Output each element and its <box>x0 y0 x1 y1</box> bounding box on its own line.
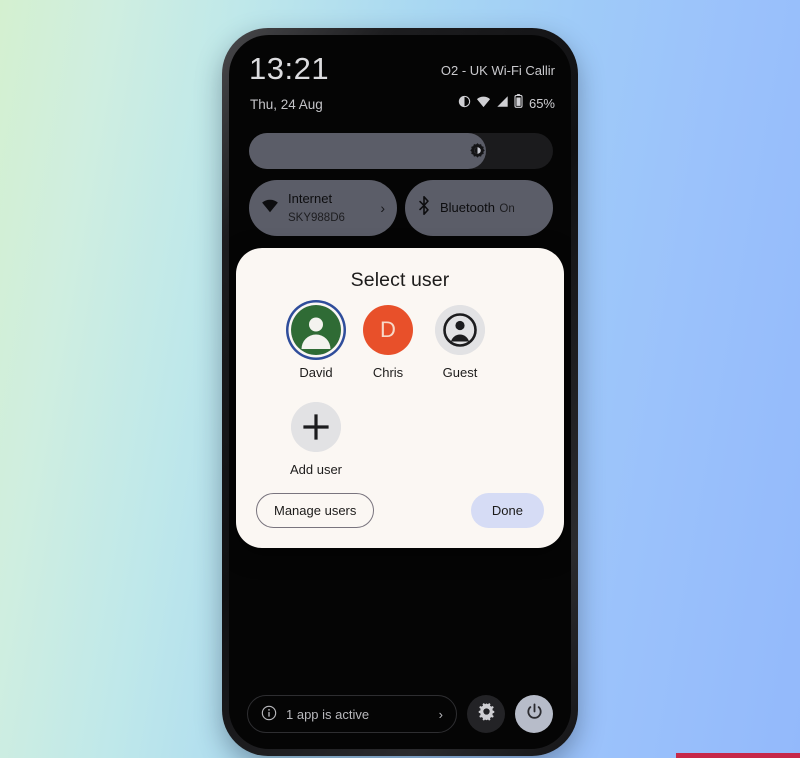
battery-icon <box>514 94 523 113</box>
red-accent-strip <box>676 753 800 758</box>
user-item-chris[interactable]: D Chris <box>352 305 424 380</box>
info-icon <box>261 705 277 724</box>
select-user-dialog: Select user David D Chris Guest Add user… <box>236 248 564 548</box>
carrier-label: O2 - UK Wi-Fi Callir <box>440 63 555 78</box>
dialog-title: Select user <box>350 269 450 291</box>
tile-bluetooth-text: Bluetooth On <box>440 199 541 217</box>
quick-settings-tiles: Internet SKY988D6 › Bluetooth On <box>249 180 553 236</box>
phone-device-frame: 13:21 Thu, 24 Aug O2 - UK Wi-Fi Callir 6… <box>222 28 578 756</box>
user-grid: David D Chris Guest Add user <box>280 305 520 477</box>
brightness-icon <box>469 142 486 164</box>
avatar-wrap-chris: D <box>363 305 413 355</box>
plus-icon <box>291 402 341 452</box>
user-item-add-user[interactable]: Add user <box>280 402 352 477</box>
wifi-icon <box>261 198 279 218</box>
power-button[interactable] <box>515 695 553 733</box>
status-bar: 13:21 Thu, 24 Aug O2 - UK Wi-Fi Callir 6… <box>229 35 571 127</box>
brightness-slider-fill <box>249 133 487 169</box>
status-icon-group: 65% <box>458 94 555 113</box>
tile-bluetooth-subtitle: On <box>499 203 515 215</box>
manage-users-button[interactable]: Manage users <box>256 493 375 528</box>
user-item-guest[interactable]: Guest <box>424 305 496 380</box>
user-row-secondary: Add user <box>280 402 520 477</box>
user-label-chris: Chris <box>372 365 404 380</box>
chevron-right-icon[interactable]: › <box>380 201 385 215</box>
user-label-add-user: Add user <box>289 462 343 477</box>
wifi-icon <box>476 95 491 113</box>
dnd-icon <box>458 95 471 113</box>
screenshot-canvas: 13:21 Thu, 24 Aug O2 - UK Wi-Fi Callir 6… <box>0 0 800 758</box>
phone-screen: 13:21 Thu, 24 Aug O2 - UK Wi-Fi Callir 6… <box>229 35 571 749</box>
chevron-right-icon[interactable]: › <box>439 707 443 722</box>
avatar-wrap-david <box>291 305 341 355</box>
avatar-wrap-add-user <box>291 402 341 452</box>
status-clock: 13:21 <box>249 51 330 86</box>
active-apps-chip[interactable]: 1 app is active › <box>247 695 457 733</box>
tile-bluetooth-title: Bluetooth <box>440 200 495 215</box>
active-apps-label: 1 app is active <box>286 706 370 722</box>
user-item-david[interactable]: David <box>280 305 352 380</box>
signal-icon <box>496 95 509 113</box>
status-date: Thu, 24 Aug <box>250 97 323 112</box>
tile-internet-title: Internet <box>288 191 333 206</box>
user-label-guest: Guest <box>442 365 478 380</box>
person-avatar <box>291 305 341 355</box>
battery-percent-label: 65% <box>528 96 555 111</box>
done-button[interactable]: Done <box>470 493 544 528</box>
tile-internet[interactable]: Internet SKY988D6 › <box>249 180 397 236</box>
tile-internet-text: Internet SKY988D6 <box>288 190 376 226</box>
tile-bluetooth[interactable]: Bluetooth On <box>405 180 553 236</box>
gear-icon <box>477 702 496 726</box>
bottom-bar: 1 app is active › <box>229 693 571 735</box>
user-label-david: David <box>299 365 333 380</box>
guest-avatar <box>435 305 485 355</box>
user-row-primary: David D Chris Guest <box>280 305 520 380</box>
power-icon <box>525 702 544 726</box>
avatar-wrap-guest <box>435 305 485 355</box>
settings-button[interactable] <box>467 695 505 733</box>
dialog-action-row: Manage users Done <box>256 493 544 528</box>
brightness-slider[interactable] <box>249 133 553 169</box>
tile-internet-subtitle: SKY988D6 <box>288 212 345 224</box>
letter-avatar: D <box>363 305 413 355</box>
bluetooth-icon <box>417 196 431 220</box>
